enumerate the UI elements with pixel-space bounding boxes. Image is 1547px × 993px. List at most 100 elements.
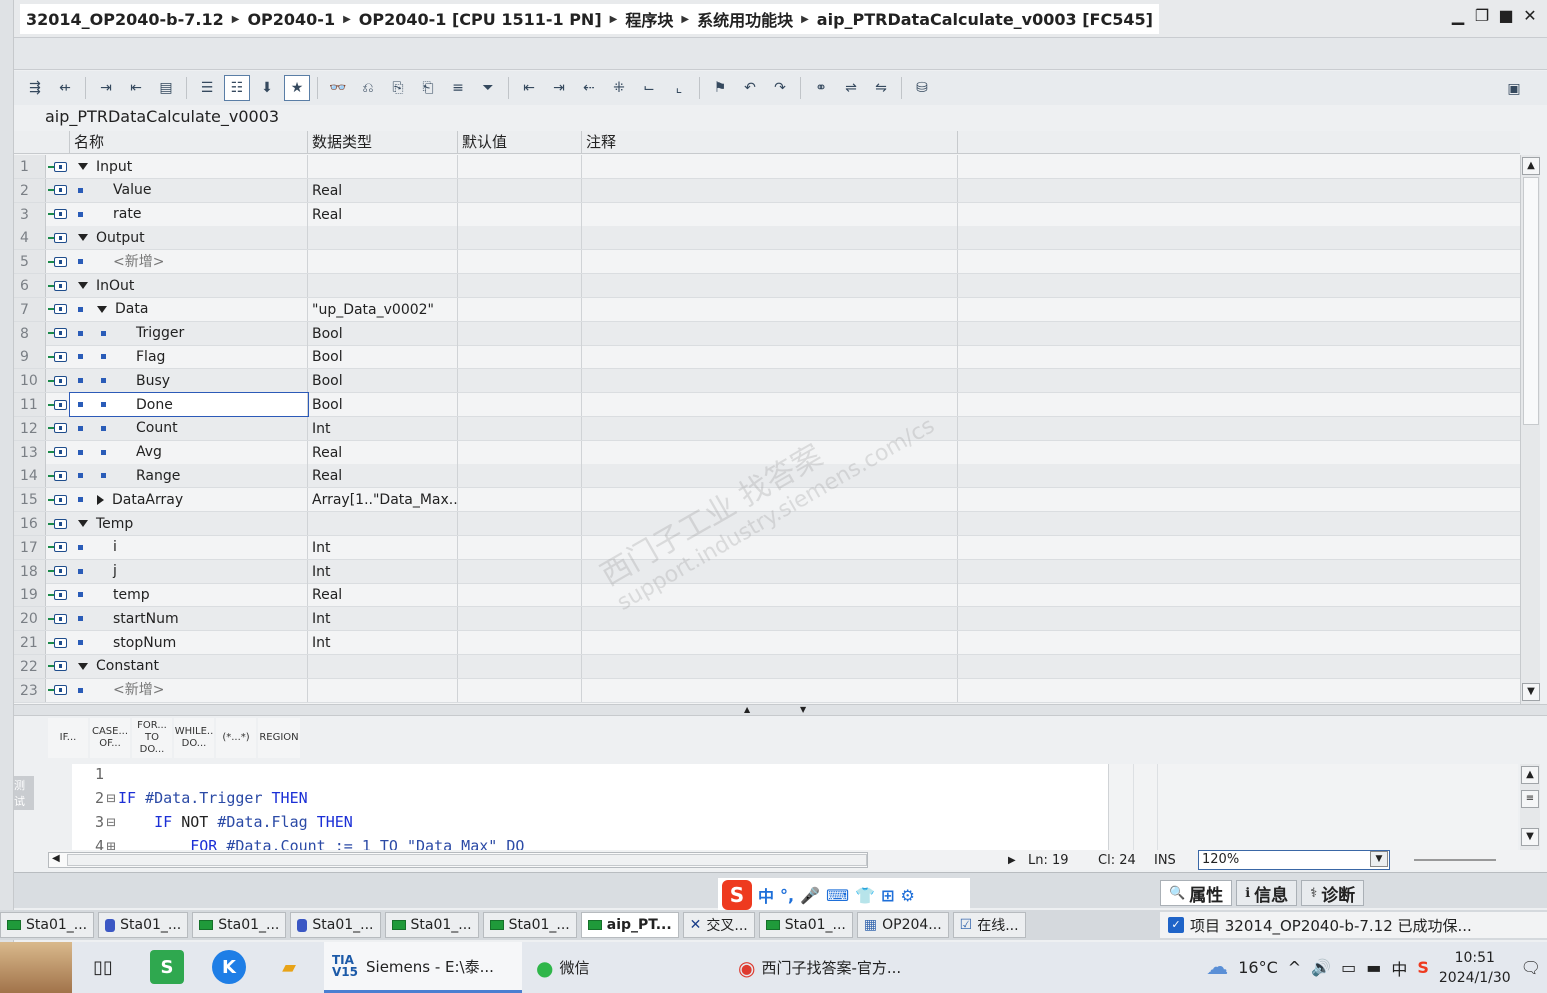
name-cell[interactable]: Count [70, 416, 308, 440]
table-row[interactable]: 10 Busy Bool [14, 369, 1520, 394]
row-number[interactable]: 11 [14, 393, 46, 416]
header-default[interactable]: 默认值 [458, 131, 582, 154]
data-type-cell[interactable] [308, 155, 458, 178]
fold-toggle-icon[interactable]: ⊞ [104, 834, 118, 850]
taskbar-app-wechat[interactable]: ● 微信 [528, 942, 718, 993]
comment-cell[interactable] [582, 345, 958, 369]
table-row[interactable]: 12 Count Int [14, 416, 1520, 441]
table-row[interactable]: 7 Data "up_Data_v0002" [14, 297, 1520, 322]
name-cell[interactable]: Input [70, 155, 308, 178]
copy-icon[interactable]: ⎘ [385, 75, 411, 101]
split-up-icon[interactable]: ▲ [744, 705, 750, 714]
settings-icon[interactable]: ⚙ [900, 886, 914, 905]
breadcrumb-item[interactable]: OP2040-1 [247, 10, 335, 29]
fold-toggle-icon[interactable]: ⊟ [104, 786, 118, 810]
editor-tab[interactable]: ▦ OP204... [856, 912, 949, 938]
data-type-cell[interactable]: Real [308, 440, 458, 464]
ime-indicator[interactable]: 中 [1391, 956, 1407, 980]
row-number[interactable]: 15 [14, 488, 46, 512]
default-value-cell[interactable] [458, 654, 582, 678]
editor-tab[interactable]: Sta01_... [758, 912, 853, 938]
default-value-cell[interactable] [458, 155, 582, 178]
data-type-cell[interactable]: Int [308, 607, 458, 631]
keyboard-icon[interactable]: ⌨ [826, 886, 849, 905]
paste-icon[interactable]: ⎗ [415, 75, 441, 101]
breadcrumb-item[interactable]: 32014_OP2040-b-7.12 [26, 10, 224, 29]
code-vertical-scrollbar[interactable]: ▲ ≡ ▼ [1520, 764, 1540, 850]
name-cell[interactable]: Flag [70, 345, 308, 369]
expand-triangle-icon[interactable] [78, 163, 88, 170]
table-row[interactable]: 11 Done Bool [14, 392, 1520, 417]
breadcrumb-item[interactable]: 程序块 [625, 7, 673, 31]
download-icon[interactable]: ⬇ [254, 75, 280, 101]
name-cell[interactable]: Done [69, 392, 309, 417]
bookmark-icon[interactable]: ⌙ [636, 75, 662, 101]
data-type-cell[interactable] [308, 274, 458, 297]
name-cell[interactable]: rate [70, 202, 308, 226]
name-cell[interactable]: DataArray [70, 488, 308, 512]
default-value-cell[interactable] [458, 416, 582, 440]
default-value-cell[interactable] [458, 178, 582, 202]
table-row[interactable]: 18 j Int [14, 559, 1520, 584]
notification-icon[interactable]: 🗨 [1521, 958, 1541, 977]
comment-cell[interactable] [582, 654, 958, 678]
ime-toolbar[interactable]: S 中 °, 🎤 ⌨ 👕 ⊞ ⚙ [718, 878, 970, 912]
sogou-logo-icon[interactable]: S [722, 880, 752, 910]
editor-tab[interactable]: Sta01_... [290, 912, 381, 938]
name-cell[interactable]: j [70, 559, 308, 583]
data-type-cell[interactable] [308, 654, 458, 678]
default-value-cell[interactable] [458, 607, 582, 631]
minimize-icon[interactable]: ▁ [1449, 6, 1467, 25]
editor-tab[interactable]: aip_PT... [580, 912, 679, 938]
delete-network-icon[interactable]: ⇷ [52, 75, 78, 101]
data-type-cell[interactable]: Real [308, 202, 458, 226]
header-name[interactable]: 名称 [70, 131, 308, 154]
database-icon[interactable]: ⛁ [909, 75, 935, 101]
format-icon[interactable]: ⁜ [606, 75, 632, 101]
side-panel-label[interactable]: 测试 [14, 776, 34, 810]
outdent-icon[interactable]: ⇠ [576, 75, 602, 101]
goto-icon[interactable]: ⚑ [707, 75, 733, 101]
name-cell[interactable]: Value [70, 178, 308, 202]
row-number[interactable]: 8 [14, 321, 46, 345]
code-scroll-thumb-icon[interactable]: ≡ [1521, 790, 1539, 808]
tray-expand-icon[interactable]: ^ [1288, 958, 1301, 977]
comment-cell[interactable] [582, 512, 958, 535]
row-number[interactable]: 23 [14, 678, 46, 702]
row-number[interactable]: 12 [14, 416, 46, 440]
row-number[interactable]: 1 [14, 155, 46, 178]
comment-cell[interactable] [582, 321, 958, 345]
code-horizontal-scrollbar[interactable]: ◀ [48, 852, 868, 868]
row-number[interactable]: 17 [14, 535, 46, 559]
default-value-cell[interactable] [458, 393, 582, 416]
default-value-cell[interactable] [458, 464, 582, 488]
taskbar-app-tia[interactable]: TIA V15 Siemens - E:\泰... [324, 942, 522, 993]
network-icon[interactable]: ▭ [1341, 958, 1356, 977]
name-cell[interactable]: Avg [70, 440, 308, 464]
redo-icon[interactable]: ↷ [767, 75, 793, 101]
table-row[interactable]: 21 stopNum Int [14, 631, 1520, 655]
table-row[interactable]: 15 DataArray Array[1.."Data_Max... [14, 488, 1520, 513]
name-cell[interactable]: Range [70, 464, 308, 488]
insert-network-icon[interactable]: ⇶ [22, 75, 48, 101]
list-view-icon[interactable]: ☰ [194, 75, 220, 101]
default-value-cell[interactable] [458, 202, 582, 226]
data-type-cell[interactable] [308, 678, 458, 702]
name-cell[interactable]: temp [70, 583, 308, 607]
collapse-triangle-icon[interactable] [97, 494, 104, 505]
comment-cell[interactable] [582, 535, 958, 559]
default-value-cell[interactable] [458, 297, 582, 321]
data-type-cell[interactable]: Int [308, 416, 458, 440]
name-cell[interactable]: <新增> [70, 250, 308, 274]
breadcrumb-item[interactable]: 系统用功能块 [697, 7, 793, 31]
row-number[interactable]: 18 [14, 559, 46, 583]
table-row[interactable]: 8 Trigger Bool [14, 321, 1520, 346]
table-row[interactable]: 3 rate Real [14, 202, 1520, 227]
default-value-cell[interactable] [458, 678, 582, 702]
data-type-cell[interactable] [308, 226, 458, 250]
detail-view-icon[interactable]: ☷ [224, 75, 250, 101]
table-row[interactable]: 2 Value Real [14, 178, 1520, 203]
data-type-cell[interactable]: "up_Data_v0002" [308, 297, 458, 321]
row-number[interactable]: 22 [14, 654, 46, 678]
sogou-tray-icon[interactable]: S [1417, 958, 1429, 977]
